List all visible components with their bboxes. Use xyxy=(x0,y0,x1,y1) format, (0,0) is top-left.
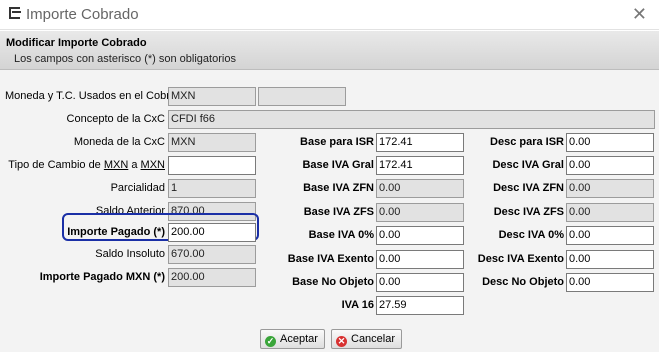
moneda-tc-field: MXN xyxy=(168,87,256,106)
desc-iva-exento-input[interactable]: 0.00 xyxy=(566,250,654,269)
base-iva-gral-input[interactable]: 172.41 xyxy=(376,156,464,175)
desc-iva-gral-input[interactable]: 0.00 xyxy=(566,156,654,175)
base-iva-zfs-label: Base IVA ZFS xyxy=(303,206,374,218)
desc-iva-zfn-field: 0.00 xyxy=(566,179,654,198)
tipo-cambio-mid: a xyxy=(128,159,141,171)
tipo-cambio-to: MXN xyxy=(140,159,165,171)
desc-isr-label: Desc para ISR xyxy=(490,136,564,148)
concepto-label: Concepto de la CxC xyxy=(66,113,165,125)
base-iva-0-input[interactable]: 0.00 xyxy=(376,226,464,245)
desc-iva-zfs-field: 0.00 xyxy=(566,203,654,222)
concepto-field: CFDI f66 xyxy=(168,110,655,129)
desc-iva-exento-label: Desc IVA Exento xyxy=(477,253,564,265)
moneda-cxc-label: Moneda de la CxC xyxy=(73,136,165,148)
moneda-cxc-field: MXN xyxy=(168,133,256,152)
desc-iva-zfn-label: Desc IVA ZFN xyxy=(493,182,564,194)
tipo-cambio-from: MXN xyxy=(103,159,129,171)
base-no-objeto-input[interactable]: 0.00 xyxy=(376,273,464,292)
base-iva-zfs-field: 0.00 xyxy=(376,203,464,222)
iva16-label: IVA 16 xyxy=(341,299,374,311)
base-iva-exento-label: Base IVA Exento xyxy=(287,253,374,265)
saldo-insoluto-label: Saldo Insoluto xyxy=(95,248,165,260)
form-header: Modificar Importe Cobrado Los campos con… xyxy=(0,31,659,70)
accept-label: Aceptar xyxy=(280,333,318,345)
cancel-label: Cancelar xyxy=(351,333,396,345)
desc-no-objeto-input[interactable]: 0.00 xyxy=(566,273,654,292)
desc-isr-input[interactable]: 0.00 xyxy=(566,133,654,152)
form-subtitle: Los campos con asterisco (*) son obligat… xyxy=(14,53,236,65)
parcialidad-label: Parcialidad xyxy=(110,182,165,194)
x-circle-icon: ✕ xyxy=(336,336,347,347)
importe-pagado-label: Importe Pagado (*) xyxy=(67,226,165,238)
tipo-cambio-label: Tipo de Cambio de MXN a MXN xyxy=(5,159,165,172)
base-iva-zfn-field: 0.00 xyxy=(376,179,464,198)
window-title: Importe Cobrado xyxy=(26,6,139,23)
window-icon xyxy=(9,7,21,19)
tipo-cambio-cobro-field xyxy=(258,87,346,106)
desc-iva-zfs-label: Desc IVA ZFS xyxy=(493,206,564,218)
form-title: Modificar Importe Cobrado xyxy=(6,37,147,49)
desc-iva-0-label: Desc IVA 0% xyxy=(498,229,564,241)
base-no-objeto-label: Base No Objeto xyxy=(292,276,374,288)
tipo-cambio-prefix: Tipo de Cambio de xyxy=(8,159,104,171)
base-iva-gral-label: Base IVA Gral xyxy=(302,159,374,171)
iva16-input[interactable]: 27.59 xyxy=(376,296,464,315)
importe-pagado-mxn-label: Importe Pagado MXN (*) xyxy=(39,271,165,283)
desc-no-objeto-label: Desc No Objeto xyxy=(482,276,564,288)
cancel-button[interactable]: ✕ Cancelar xyxy=(331,329,403,349)
tipo-cambio-input[interactable] xyxy=(168,156,256,175)
close-icon[interactable]: ✕ xyxy=(632,4,647,25)
desc-iva-gral-label: Desc IVA Gral xyxy=(492,159,564,171)
check-icon: ✓ xyxy=(265,336,276,347)
title-bar: Importe Cobrado ✕ xyxy=(0,0,659,30)
desc-iva-0-input[interactable]: 0.00 xyxy=(566,226,654,245)
accept-button[interactable]: ✓ Aceptar xyxy=(260,329,325,349)
base-iva-exento-input[interactable]: 0.00 xyxy=(376,250,464,269)
parcialidad-field: 1 xyxy=(168,179,256,198)
moneda-tc-label: Moneda y T.C. Usados en el Cobro xyxy=(5,90,176,102)
base-iva-0-label: Base IVA 0% xyxy=(308,229,374,241)
base-isr-label: Base para ISR xyxy=(300,136,374,148)
saldo-insoluto-field: 670.00 xyxy=(168,245,256,264)
base-iva-zfn-label: Base IVA ZFN xyxy=(303,182,374,194)
importe-pagado-input[interactable]: 200.00 xyxy=(168,223,256,242)
base-isr-input[interactable]: 172.41 xyxy=(376,133,464,152)
importe-pagado-mxn-field: 200.00 xyxy=(168,268,256,287)
